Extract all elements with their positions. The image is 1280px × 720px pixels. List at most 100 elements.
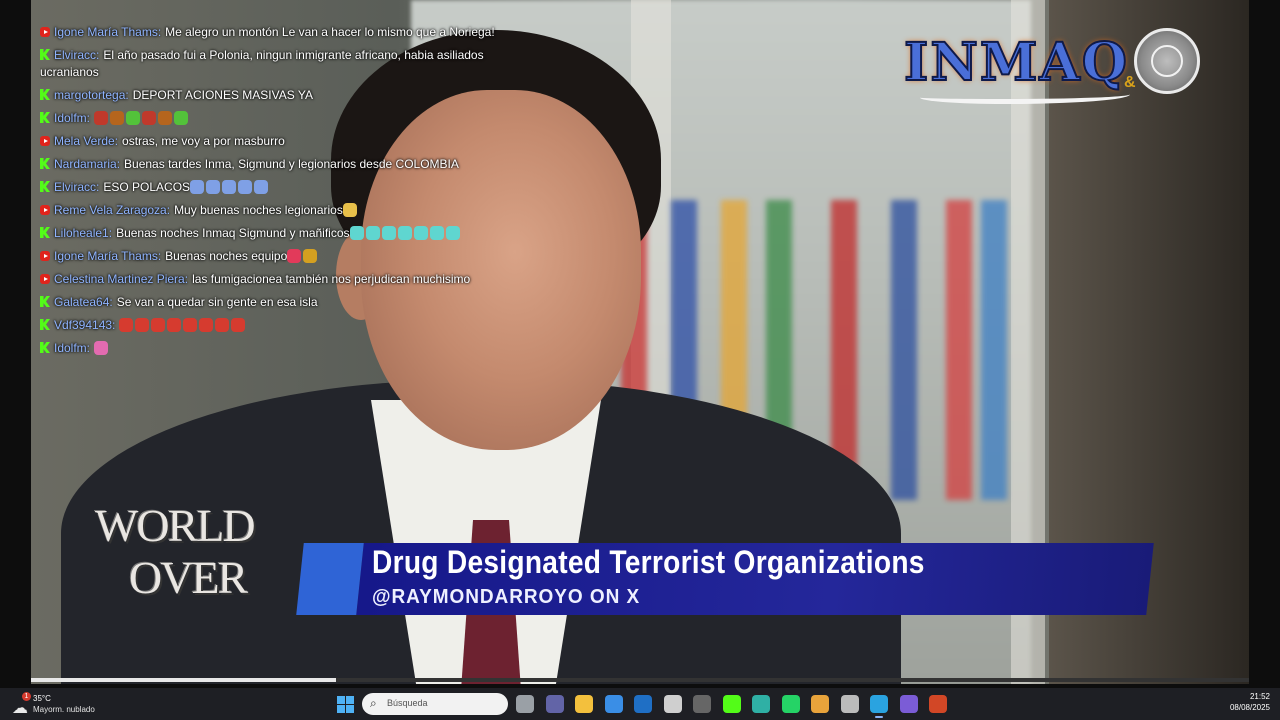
emote-icon	[381, 226, 396, 240]
chat-author: margotortega:	[54, 88, 129, 102]
search-icon: ⌕	[370, 696, 377, 710]
logo-swoosh	[920, 88, 1130, 104]
emote-icon	[231, 318, 246, 332]
chat-author: Celestina Martinez Piera:	[54, 272, 189, 286]
emote-icon	[206, 180, 221, 194]
weather-condition: Mayorm. nublado	[33, 705, 95, 714]
emote-icon	[142, 111, 157, 125]
emote-icon	[429, 226, 444, 240]
taskbar: ☁ 1 35°C Mayorm. nublado ⌕ Búsqueda 21:5…	[0, 688, 1280, 720]
chat-message: Igone María Thams: Buenas noches equipo	[40, 248, 510, 265]
chat-author: Reme Vela Zaragoza:	[54, 203, 171, 217]
app-icon[interactable]	[693, 695, 711, 713]
chat-message: Mela Verde: ostras, me voy a por masburro	[40, 133, 510, 150]
chatgpt-icon[interactable]	[663, 695, 682, 713]
flag	[891, 200, 917, 500]
chat-text: ostras, me voy a por masburro	[122, 134, 285, 148]
chat-text: Se van a quedar sin gente en esa isla	[116, 295, 318, 309]
kick-icon	[40, 112, 50, 123]
chrome-icon[interactable]	[811, 695, 829, 713]
youtube-icon	[40, 136, 50, 146]
chat-message: Celestina Martinez Piera: las fumigacione…	[40, 271, 510, 288]
window-app-icon[interactable]	[840, 695, 859, 713]
chat-message: Vdf394143:	[40, 317, 510, 334]
chat-author: Galatea64:	[54, 295, 113, 309]
system-clock[interactable]: 21:52 08/08/2025	[1230, 692, 1270, 712]
search-placeholder: Búsqueda	[387, 698, 428, 708]
kick-icon	[40, 319, 50, 330]
chat-message: margotortega: DEPORT ACIONES MASIVAS YA	[40, 87, 510, 104]
kick-icon	[40, 158, 50, 169]
video-progress-bar[interactable]	[31, 678, 1249, 682]
chat-author: Idolfm:	[54, 111, 91, 125]
emote-icon	[222, 180, 237, 194]
emote-icon	[445, 226, 460, 240]
chat-author: Nardamaria:	[54, 157, 121, 171]
emote-icon	[119, 318, 134, 332]
emote-icon	[397, 226, 412, 240]
youtube-icon	[40, 205, 50, 215]
chat-author: Igone María Thams:	[54, 249, 162, 263]
emote-icon	[254, 180, 269, 194]
circle-app-icon[interactable]	[899, 695, 918, 713]
chat-message: Liloheale1: Buenas noches Inmaq Sigmund y…	[40, 225, 510, 242]
clock-time: 21:52	[1249, 692, 1270, 701]
notification-badge: 1	[22, 692, 31, 701]
emote-icon	[151, 318, 166, 332]
emote-icon	[94, 111, 109, 125]
store-icon[interactable]	[604, 695, 623, 713]
emote-icon	[287, 249, 302, 263]
telegram-icon[interactable]	[870, 695, 888, 718]
task-view-icon[interactable]	[516, 695, 534, 713]
emote-icon	[215, 318, 230, 332]
emote-icon	[158, 111, 173, 125]
chat-author: Liloheale1:	[54, 226, 113, 240]
chat-message: Idolfm:	[40, 340, 510, 357]
chat-message: Igone María Thams: Me alegro un montón Le…	[40, 24, 510, 41]
kick-app-icon[interactable]	[722, 695, 741, 713]
chat-author: Vdf394143:	[54, 318, 116, 332]
flag	[981, 200, 1007, 500]
kick-icon	[40, 181, 50, 192]
kick-icon	[40, 296, 50, 307]
emote-icon	[110, 111, 125, 125]
emote-icon	[167, 318, 182, 332]
cloud-icon: ☁	[12, 700, 28, 717]
teams-icon[interactable]	[545, 695, 564, 713]
outlook-icon[interactable]	[634, 695, 652, 713]
start-button[interactable]	[337, 696, 354, 713]
seal-icon	[1134, 28, 1200, 94]
chat-author: Elviracc:	[54, 180, 100, 194]
kick-icon	[40, 89, 50, 100]
emote-icon	[183, 318, 198, 332]
weather-widget[interactable]: ☁ 1 35°C Mayorm. nublado	[8, 692, 118, 718]
powerpoint-icon[interactable]	[929, 695, 947, 713]
channel-logo: INMAQ &	[900, 28, 1205, 108]
kick-icon	[40, 227, 50, 238]
chat-text: El año pasado fui a Polonia, ningun inmi…	[40, 48, 484, 79]
youtube-icon	[40, 251, 50, 261]
whatsapp-icon[interactable]	[781, 695, 800, 713]
chat-text: Buenas tardes Inma, Sigmund y legionario…	[124, 157, 459, 171]
emote-icon	[303, 249, 318, 263]
logo-ampersand: &	[1124, 74, 1136, 91]
edge-icon[interactable]	[752, 695, 770, 713]
emote-icon	[365, 226, 380, 240]
flag	[946, 200, 972, 500]
emote-icon	[190, 180, 205, 194]
file-explorer-icon[interactable]	[575, 695, 593, 713]
desktop: WORLD OVER Drug Designated Terrorist Org…	[0, 0, 1280, 720]
chat-message: Elviracc: El año pasado fui a Polonia, ni…	[40, 47, 510, 81]
emote-icon	[94, 341, 109, 355]
show-logo-line1: WORLD	[95, 500, 256, 551]
chat-text: Buenas noches equipo	[165, 249, 288, 263]
chat-message: Reme Vela Zaragoza: Muy buenas noches leg…	[40, 202, 510, 219]
lower-third-subline: @RAYMONDARROYO ON X	[372, 586, 641, 608]
emote-icon	[349, 226, 364, 240]
emote-icon	[199, 318, 214, 332]
chat-text: DEPORT ACIONES MASIVAS YA	[132, 88, 313, 102]
emote-icon	[238, 180, 253, 194]
taskbar-search[interactable]: ⌕ Búsqueda	[362, 693, 508, 715]
chat-author: Igone María Thams:	[54, 25, 162, 39]
show-logo-line2: OVER	[129, 552, 248, 603]
